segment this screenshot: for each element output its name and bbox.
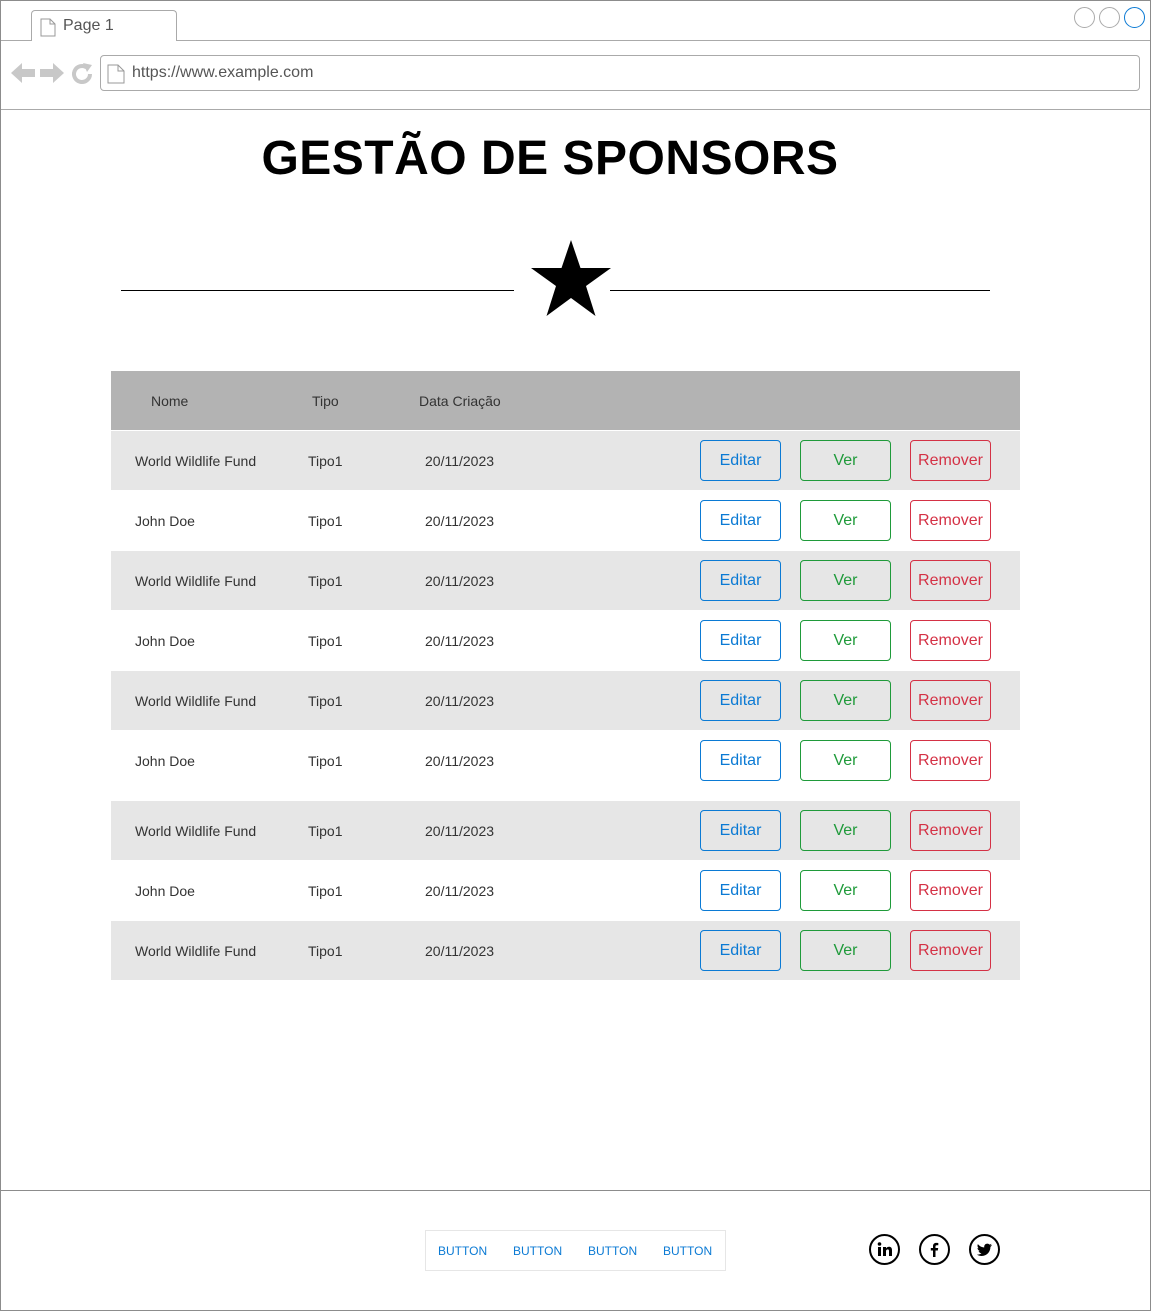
cell-nome: World Wildlife Fund	[135, 823, 257, 839]
divider-line-left	[121, 290, 514, 291]
cell-data-criacao: 20/11/2023	[425, 693, 495, 709]
view-button[interactable]: Ver	[800, 870, 891, 911]
cell-data-criacao: 20/11/2023	[425, 453, 495, 469]
edit-button[interactable]: Editar	[700, 740, 781, 781]
header-tipo: Tipo	[312, 393, 339, 409]
cell-data-criacao: 20/11/2023	[425, 513, 495, 529]
table-row: World Wildlife Fund Tipo1 20/11/2023 Editar…	[111, 801, 1020, 860]
edit-button[interactable]: Editar	[700, 620, 781, 661]
remove-button[interactable]: Remover	[910, 930, 991, 971]
cell-tipo: Tipo1	[308, 693, 343, 709]
cell-nome: World Wildlife Fund	[135, 573, 257, 589]
page-icon	[40, 18, 56, 42]
footer-button-4[interactable]: BUTTON	[663, 1244, 712, 1258]
cell-data-criacao: 20/11/2023	[425, 753, 495, 769]
view-button[interactable]: Ver	[800, 560, 891, 601]
cell-data-criacao: 20/11/2023	[425, 633, 495, 649]
edit-button[interactable]: Editar	[700, 870, 781, 911]
remove-button[interactable]: Remover	[910, 620, 991, 661]
cell-nome: World Wildlife Fund	[135, 943, 257, 959]
remove-button[interactable]: Remover	[910, 680, 991, 721]
table-header: Nome Tipo Data Criação	[111, 371, 1020, 430]
header-data-criacao: Data Criação	[419, 393, 501, 409]
forward-arrow-icon[interactable]	[39, 62, 65, 89]
view-button[interactable]: Ver	[800, 680, 891, 721]
edit-button[interactable]: Editar	[700, 680, 781, 721]
edit-button[interactable]: Editar	[700, 500, 781, 541]
cell-nome: John Doe	[135, 753, 195, 769]
page-title: GESTÃO DE SPONSORS	[261, 132, 839, 185]
minimize-button[interactable]	[1074, 7, 1095, 28]
page-icon	[107, 64, 125, 89]
view-button[interactable]: Ver	[800, 500, 891, 541]
remove-button[interactable]: Remover	[910, 870, 991, 911]
cell-nome: John Doe	[135, 883, 195, 899]
restore-button[interactable]	[1099, 7, 1120, 28]
view-button[interactable]: Ver	[800, 810, 891, 851]
star-icon	[529, 238, 613, 323]
close-button[interactable]	[1124, 7, 1145, 28]
footer-nav: BUTTON BUTTON BUTTON BUTTON	[425, 1230, 726, 1271]
remove-button[interactable]: Remover	[910, 500, 991, 541]
table-row: World Wildlife Fund Tipo1 20/11/2023 Editar…	[111, 671, 1020, 730]
remove-button[interactable]: Remover	[910, 440, 991, 481]
cell-tipo: Tipo1	[308, 453, 343, 469]
cell-data-criacao: 20/11/2023	[425, 883, 495, 899]
cell-nome: World Wildlife Fund	[135, 693, 257, 709]
tab-label: Page 1	[63, 17, 114, 34]
header-nome: Nome	[151, 393, 189, 409]
twitter-icon[interactable]	[969, 1234, 1000, 1265]
table-row: John Doe Tipo1 20/11/2023 Editar Ver Remover	[111, 731, 1020, 790]
view-button[interactable]: Ver	[800, 930, 891, 971]
remove-button[interactable]: Remover	[910, 560, 991, 601]
divider-line-right	[610, 290, 990, 291]
tab-page-1[interactable]: Page 1	[31, 10, 177, 42]
edit-button[interactable]: Editar	[700, 440, 781, 481]
table-row: World Wildlife Fund Tipo1 20/11/2023 Editar…	[111, 551, 1020, 610]
cell-data-criacao: 20/11/2023	[425, 573, 495, 589]
view-button[interactable]: Ver	[800, 440, 891, 481]
linkedin-icon[interactable]	[869, 1234, 900, 1265]
cell-tipo: Tipo1	[308, 823, 343, 839]
view-button[interactable]: Ver	[800, 740, 891, 781]
footer-button-2[interactable]: BUTTON	[513, 1244, 562, 1258]
footer-button-3[interactable]: BUTTON	[588, 1244, 637, 1258]
remove-button[interactable]: Remover	[910, 810, 991, 851]
facebook-icon[interactable]	[919, 1234, 950, 1265]
cell-tipo: Tipo1	[308, 753, 343, 769]
tab-strip: Page 1	[1, 1, 1150, 42]
table-row: John Doe Tipo1 20/11/2023 Editar Ver Remover	[111, 861, 1020, 920]
remove-button[interactable]: Remover	[910, 740, 991, 781]
footer-button-1[interactable]: BUTTON	[438, 1244, 487, 1258]
edit-button[interactable]: Editar	[700, 930, 781, 971]
url-input[interactable]: https://www.example.com	[100, 55, 1140, 91]
edit-button[interactable]: Editar	[700, 560, 781, 601]
cell-tipo: Tipo1	[308, 513, 343, 529]
cell-data-criacao: 20/11/2023	[425, 823, 495, 839]
cell-nome: World Wildlife Fund	[135, 453, 257, 469]
edit-button[interactable]: Editar	[700, 810, 781, 851]
cell-nome: John Doe	[135, 513, 195, 529]
table-row: John Doe Tipo1 20/11/2023 Editar Ver Remover	[111, 491, 1020, 550]
footer-divider	[1, 1190, 1150, 1191]
table-row: World Wildlife Fund Tipo1 20/11/2023 Editar…	[111, 921, 1020, 980]
cell-tipo: Tipo1	[308, 883, 343, 899]
table-row: World Wildlife Fund Tipo1 20/11/2023 Editar…	[111, 431, 1020, 490]
cell-tipo: Tipo1	[308, 633, 343, 649]
table-row: John Doe Tipo1 20/11/2023 Editar Ver Remover	[111, 611, 1020, 670]
cell-tipo: Tipo1	[308, 943, 343, 959]
address-bar-row: https://www.example.com	[1, 41, 1150, 110]
cell-nome: John Doe	[135, 633, 195, 649]
url-text: https://www.example.com	[132, 64, 314, 81]
view-button[interactable]: Ver	[800, 620, 891, 661]
reload-icon[interactable]	[70, 62, 94, 91]
cell-tipo: Tipo1	[308, 573, 343, 589]
back-arrow-icon[interactable]	[10, 62, 36, 89]
cell-data-criacao: 20/11/2023	[425, 943, 495, 959]
